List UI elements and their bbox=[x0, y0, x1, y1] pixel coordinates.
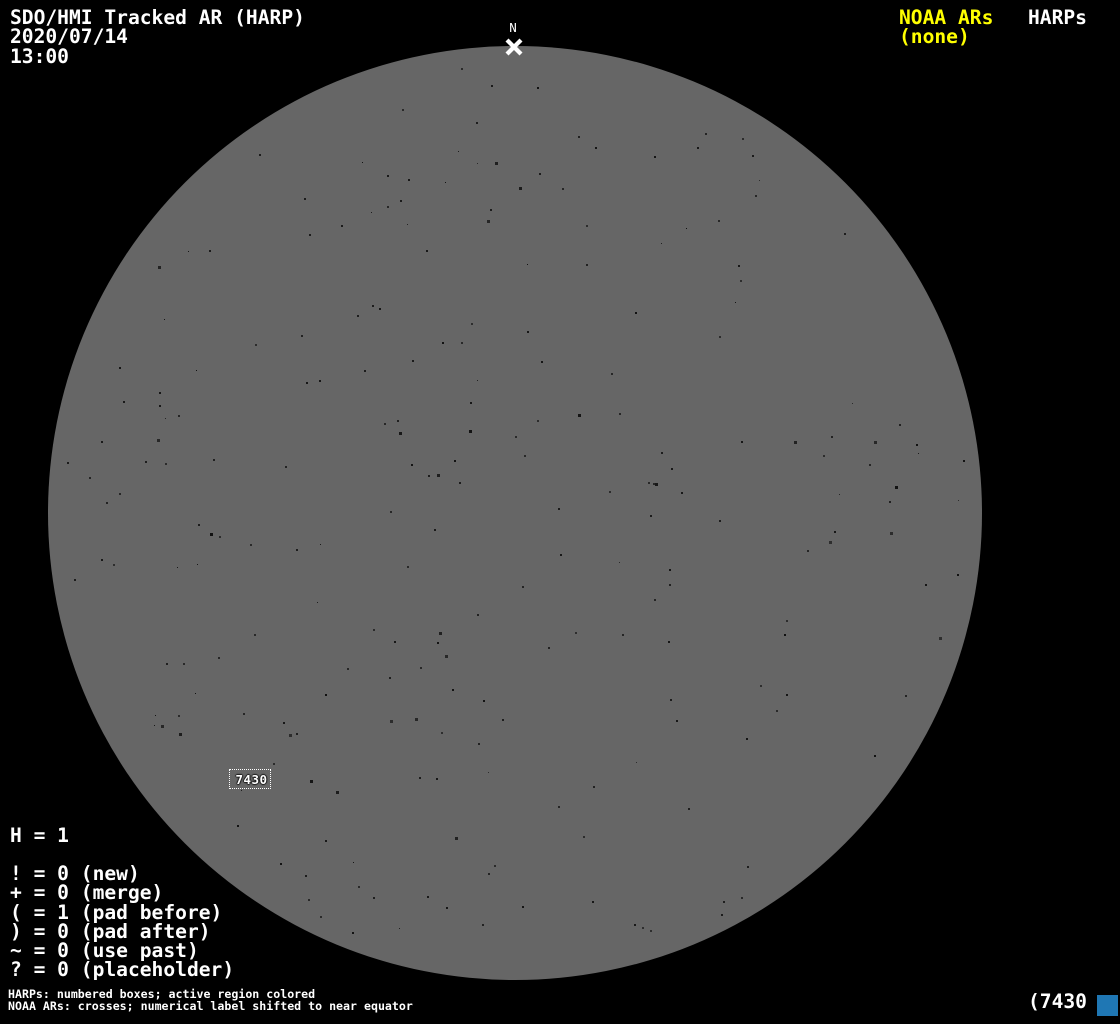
noaa-ars-none: (none) bbox=[899, 25, 970, 49]
caption-block: HARPs: numbered boxes; active region col… bbox=[8, 988, 413, 1012]
harp-tracking-view: N 7430 SDO/HMI Tracked AR (HARP) 2020/07… bbox=[0, 0, 1120, 1024]
noaa-ars-column: NOAA ARs (none) bbox=[899, 8, 993, 47]
harp-box: 7430 bbox=[229, 769, 271, 789]
harp-color-swatch bbox=[1097, 995, 1118, 1016]
solar-disk bbox=[48, 46, 982, 980]
legend-line-placeholder: ? = 0 (placeholder) bbox=[10, 958, 235, 982]
header-block: SDO/HMI Tracked AR (HARP) 2020/07/14 13:… bbox=[10, 8, 305, 66]
harp-ref-label: (7430 bbox=[1028, 990, 1087, 1013]
harp-box-label: 7430 bbox=[235, 771, 268, 787]
legend-h-count: H = 1 bbox=[10, 824, 69, 847]
harps-header: HARPs bbox=[1028, 6, 1087, 29]
speckle-layer bbox=[48, 46, 982, 980]
harps-column: HARPs bbox=[1028, 6, 1087, 29]
north-label: N bbox=[509, 20, 517, 35]
time-label: 13:00 bbox=[10, 44, 69, 68]
north-cross-icon bbox=[505, 38, 523, 56]
legend-flags: ! = 0 (new) + = 0 (merge) ( = 1 (pad bef… bbox=[10, 864, 234, 980]
caption-noaa: NOAA ARs: crosses; numerical label shift… bbox=[8, 999, 413, 1014]
